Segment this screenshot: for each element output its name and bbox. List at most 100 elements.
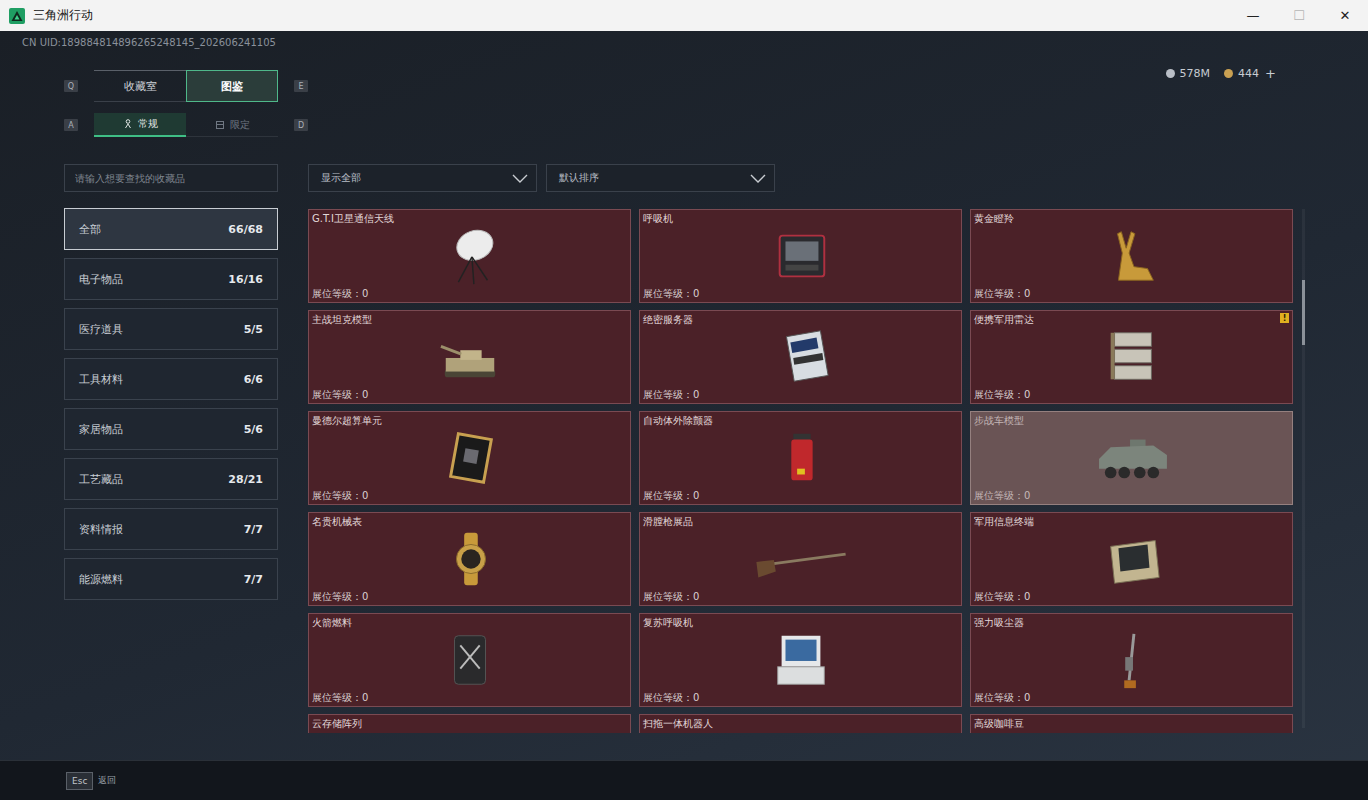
sub-tab[interactable]: 常规 xyxy=(94,113,186,137)
currency: 578M xyxy=(1166,67,1211,80)
display-level: 展位等级：0 xyxy=(974,287,1289,300)
category-item[interactable]: 工具材料6/6 xyxy=(64,358,278,400)
chevron-down-icon xyxy=(750,174,766,183)
display-level: 展位等级：0 xyxy=(312,489,627,502)
collection-card[interactable]: !便携军用雷达展位等级：0 xyxy=(970,310,1293,404)
defib-icon xyxy=(751,426,851,490)
item-name: 复苏呼吸机 xyxy=(643,616,958,629)
collection-card[interactable]: 主战坦克模型展位等级：0 xyxy=(308,310,631,404)
item-name: 绝密服务器 xyxy=(643,313,958,326)
box-icon xyxy=(215,120,225,130)
item-name: 军用信息终端 xyxy=(974,515,1289,528)
chevron-down-icon xyxy=(512,174,528,183)
currency-bar: 578M444+ xyxy=(1166,66,1276,81)
display-level: 展位等级：0 xyxy=(974,388,1289,401)
display-level: 展位等级：0 xyxy=(643,590,958,603)
display-level: 展位等级：0 xyxy=(312,691,627,704)
case-icon xyxy=(1082,527,1182,591)
filter-dropdown[interactable]: 显示全部 xyxy=(308,164,537,192)
collection-card[interactable]: 云存储阵列 xyxy=(308,714,631,733)
item-name: 名贵机械表 xyxy=(312,515,627,528)
collection-card[interactable]: 军用信息终端展位等级：0 xyxy=(970,512,1293,606)
filter-dropdown[interactable]: 默认排序 xyxy=(546,164,775,192)
dish-icon xyxy=(420,224,520,288)
key-hint: Q xyxy=(64,80,78,92)
item-name: 主战坦克模型 xyxy=(312,313,627,326)
footer-bar: Esc 返回 xyxy=(0,760,1368,800)
new-badge: ! xyxy=(1280,313,1289,323)
main-tabs: Q 收藏室图鉴 E xyxy=(64,70,308,102)
coin-icon xyxy=(1166,69,1175,78)
display-level: 展位等级：0 xyxy=(312,590,627,603)
item-name: G.T.I卫星通信天线 xyxy=(312,212,627,225)
back-key[interactable]: Esc xyxy=(66,772,93,790)
collection-card[interactable]: 滑膛枪展品展位等级：0 xyxy=(639,512,962,606)
user-id: CN UID:189884814896265248145_20260624110… xyxy=(0,31,1368,49)
collection-card[interactable]: G.T.I卫星通信天线展位等级：0 xyxy=(308,209,631,303)
key-hint: A xyxy=(64,119,78,131)
item-name: 云存储阵列 xyxy=(312,717,627,730)
item-name: 呼吸机 xyxy=(643,212,958,225)
category-item[interactable]: 资料情报7/7 xyxy=(64,508,278,550)
category-item[interactable]: 医疗道具5/5 xyxy=(64,308,278,350)
key-hint: E xyxy=(294,80,308,92)
tank-icon xyxy=(420,325,520,389)
display-level: 展位等级：0 xyxy=(643,388,958,401)
window-control-button[interactable]: ✕ xyxy=(1322,0,1368,31)
window-control-button[interactable]: — xyxy=(1230,0,1276,31)
item-name: 步战车模型 xyxy=(974,414,1289,427)
display-level: 展位等级：0 xyxy=(643,691,958,704)
collection-card[interactable]: 绝密服务器展位等级：0 xyxy=(639,310,962,404)
collection-card[interactable]: 扫拖一体机器人 xyxy=(639,714,962,733)
main-tab[interactable]: 收藏室 xyxy=(94,70,186,102)
category-item[interactable]: 电子物品16/16 xyxy=(64,258,278,300)
collection-grid: G.T.I卫星通信天线展位等级：0呼吸机展位等级：0黄金瞪羚展位等级：0主战坦克… xyxy=(308,209,1293,733)
collection-card[interactable]: 复苏呼吸机展位等级：0 xyxy=(639,613,962,707)
collection-card[interactable]: 步战车模型展位等级：0 xyxy=(970,411,1293,505)
item-name: 滑膛枪展品 xyxy=(643,515,958,528)
figure-icon xyxy=(123,119,133,129)
item-name: 扫拖一体机器人 xyxy=(643,717,958,730)
category-item[interactable]: 家居物品5/6 xyxy=(64,408,278,450)
display-level: 展位等级：0 xyxy=(974,691,1289,704)
add-currency-button[interactable]: + xyxy=(1265,66,1276,81)
category-item[interactable]: 工艺藏品28/21 xyxy=(64,458,278,500)
window-title: 三角洲行动 xyxy=(33,7,93,24)
display-level: 展位等级：0 xyxy=(974,489,1289,502)
category-item[interactable]: 能源燃料7/7 xyxy=(64,558,278,600)
collection-card[interactable]: 高级咖啡豆 xyxy=(970,714,1293,733)
display-level: 展位等级：0 xyxy=(643,489,958,502)
window-control-button: ☐ xyxy=(1276,0,1322,31)
collection-screen: CN UID:189884814896265248145_20260624110… xyxy=(0,31,1368,800)
scrollbar[interactable] xyxy=(1302,209,1305,728)
back-label[interactable]: 返回 xyxy=(98,774,116,787)
watch-icon xyxy=(420,527,520,591)
collection-card[interactable]: 强力吸尘器展位等级：0 xyxy=(970,613,1293,707)
collection-card[interactable]: 黄金瞪羚展位等级：0 xyxy=(970,209,1293,303)
collection-card[interactable]: 火箭燃料展位等级：0 xyxy=(308,613,631,707)
collection-card[interactable]: 自动体外除颤器展位等级：0 xyxy=(639,411,962,505)
search-input[interactable] xyxy=(64,164,278,192)
key-hint: D xyxy=(294,119,308,131)
server-icon xyxy=(751,325,851,389)
collection-card[interactable]: 曼德尔超算单元展位等级：0 xyxy=(308,411,631,505)
item-name: 强力吸尘器 xyxy=(974,616,1289,629)
display-level: 展位等级：0 xyxy=(974,590,1289,603)
main-tab[interactable]: 图鉴 xyxy=(186,70,278,102)
item-name: 便携军用雷达 xyxy=(974,313,1289,326)
collection-card[interactable]: 呼吸机展位等级：0 xyxy=(639,209,962,303)
radar-icon xyxy=(1082,325,1182,389)
item-name: 火箭燃料 xyxy=(312,616,627,629)
vacuum-icon xyxy=(1082,628,1182,692)
category-item[interactable]: 全部66/68 xyxy=(64,208,278,250)
gazelle-icon xyxy=(1082,224,1182,288)
rifle-icon xyxy=(751,527,851,591)
title-bar: 三角洲行动 —☐✕ xyxy=(0,0,1368,31)
vehicle-icon xyxy=(1082,426,1182,490)
item-name: 自动体外除颤器 xyxy=(643,414,958,427)
collection-card[interactable]: 名贵机械表展位等级：0 xyxy=(308,512,631,606)
sub-tab[interactable]: 限定 xyxy=(186,113,278,137)
item-name: 高级咖啡豆 xyxy=(974,717,1289,730)
display-level: 展位等级：0 xyxy=(312,287,627,300)
scrollbar-thumb[interactable] xyxy=(1302,280,1305,345)
